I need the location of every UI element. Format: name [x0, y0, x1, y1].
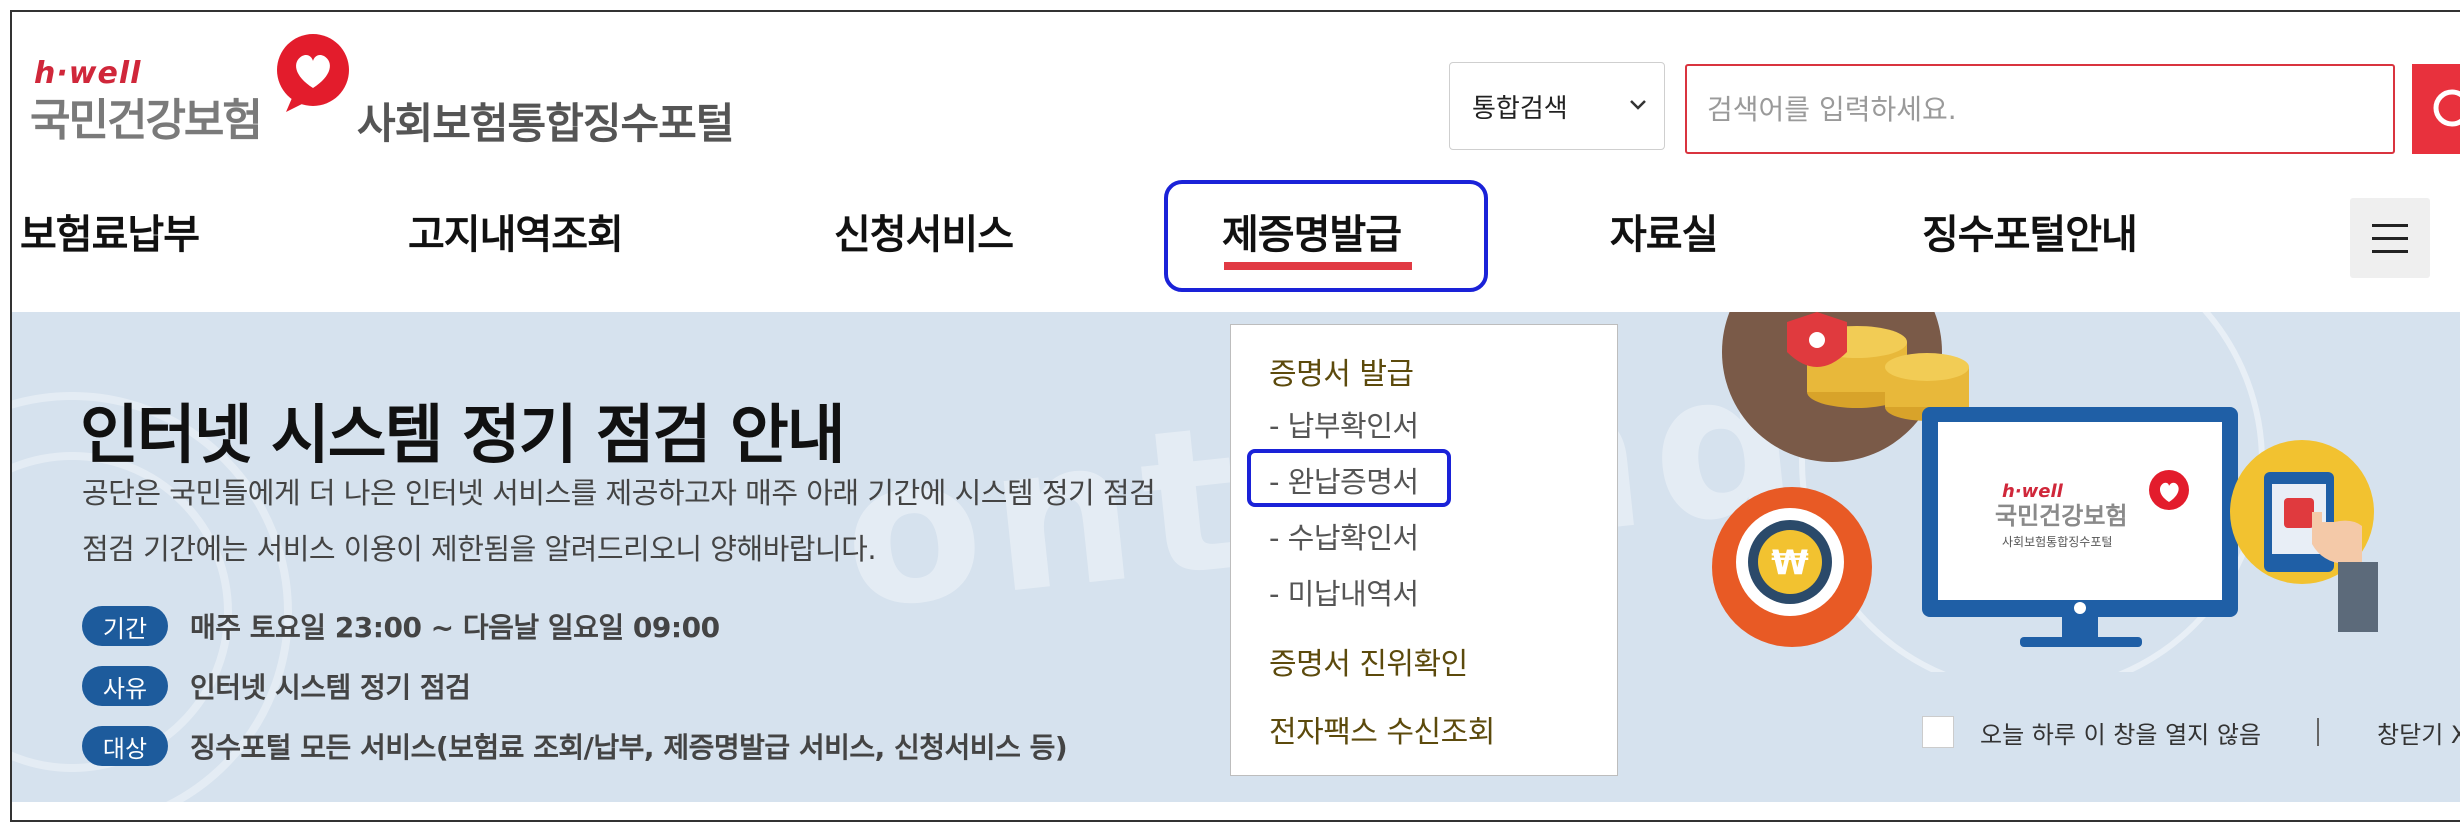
nav-item-application-service[interactable]: 신청서비스	[834, 202, 1014, 260]
hamburger-icon	[2372, 224, 2408, 227]
monitor-org-text: 국민건강보험	[1995, 502, 2127, 530]
heart-logo-icon	[277, 34, 349, 112]
submenu-heading-issuance[interactable]: 증명서 발급	[1269, 349, 1414, 393]
submenu-heading-authenticity[interactable]: 증명서 진위확인	[1269, 639, 1468, 683]
close-banner-button[interactable]: 창닫기 X	[2377, 715, 2460, 750]
target-badge: 대상	[82, 726, 168, 766]
banner-close-controls: 오늘 하루 이 창을 열지 않음 창닫기 X	[1922, 712, 2460, 752]
submenu-item-unpaid-statement[interactable]: - 미납내역서	[1269, 571, 1419, 613]
nav-item-premium-payment[interactable]: 보험료납부	[20, 202, 200, 260]
nav-item-resources[interactable]: 자료실	[1610, 202, 1718, 260]
menu-button[interactable]	[2350, 198, 2430, 278]
submenu-item-receipt-confirmation[interactable]: - 수납확인서	[1269, 515, 1419, 557]
nav-item-portal-guide[interactable]: 징수포털안내	[1922, 202, 2138, 260]
period-badge: 기간	[82, 606, 168, 646]
search-icon	[2433, 89, 2460, 127]
info-row-target: 대상 징수포털 모든 서비스(보험료 조회/납부, 제증명발급 서비스, 신청서…	[82, 726, 1068, 766]
active-nav-underline	[1224, 262, 1412, 270]
hamburger-icon-line	[2372, 237, 2408, 240]
banner-description-line1: 공단은 국민들에게 더 나은 인터넷 서비스를 제공하고자 매주 아래 기간에 …	[82, 476, 1156, 510]
search-category-select[interactable]: 통합검색	[1449, 62, 1665, 150]
dont-show-today-checkbox[interactable]	[1922, 716, 1954, 748]
reason-badge: 사유	[82, 666, 168, 706]
reason-text: 인터넷 시스템 정기 점검	[190, 671, 471, 704]
certificate-submenu: 증명서 발급 - 납부확인서 - 완납증명서 - 수납확인서 - 미납내역서 증…	[1230, 324, 1618, 776]
nav-item-certificate-issuance[interactable]: 제증명발급	[1222, 202, 1402, 260]
target-text: 징수포털 모든 서비스(보험료 조회/납부, 제증명발급 서비스, 신청서비스 …	[190, 731, 1068, 764]
info-row-period: 기간 매주 토요일 23:00 ~ 다음날 일요일 09:00	[82, 606, 720, 646]
dont-show-today-label[interactable]: 오늘 하루 이 창을 열지 않음	[1980, 715, 2261, 750]
search-button[interactable]	[2412, 64, 2460, 154]
info-row-reason: 사유 인터넷 시스템 정기 점검	[82, 666, 471, 706]
monitor-brand-text: h·well	[2002, 481, 2064, 502]
search-input[interactable]	[1685, 64, 2395, 154]
page-frame: h·well 국민건강보험 사회보험통합징수포털 통합검색 보험료납부 고지내역…	[10, 10, 2460, 822]
portal-title: 사회보험통합징수포털	[357, 99, 734, 148]
search-category-value: 통합검색	[1472, 93, 1568, 124]
submenu-heading-efax[interactable]: 전자팩스 수신조회	[1269, 707, 1495, 751]
logo[interactable]: h·well 국민건강보험 사회보험통합징수포털	[22, 32, 742, 152]
monitor-illustration: ₩ h·well 국민건강보험 사회보험통합징수포털	[1712, 312, 2378, 672]
divider	[2317, 718, 2320, 746]
submenu-item-full-payment-certificate[interactable]: - 완납증명서	[1269, 459, 1419, 501]
monitor-portal-text: 사회보험통합징수포털	[2002, 535, 2112, 549]
svg-text:₩: ₩	[1771, 543, 1809, 583]
submenu-item-payment-confirmation[interactable]: - 납부확인서	[1269, 403, 1419, 445]
period-text: 매주 토요일 23:00 ~ 다음날 일요일 09:00	[190, 611, 720, 644]
logo-org-name: 국민건강보험	[30, 95, 263, 146]
banner-description-line2: 점검 기간에는 서비스 이용이 제한됨을 알려드리오니 양해바랍니다.	[82, 532, 877, 566]
nav-item-notice-history[interactable]: 고지내역조회	[408, 202, 624, 260]
banner-title: 인터넷 시스템 정기 점검 안내	[80, 399, 846, 473]
chevron-down-icon	[1630, 100, 1646, 110]
hamburger-icon-line	[2372, 250, 2408, 253]
